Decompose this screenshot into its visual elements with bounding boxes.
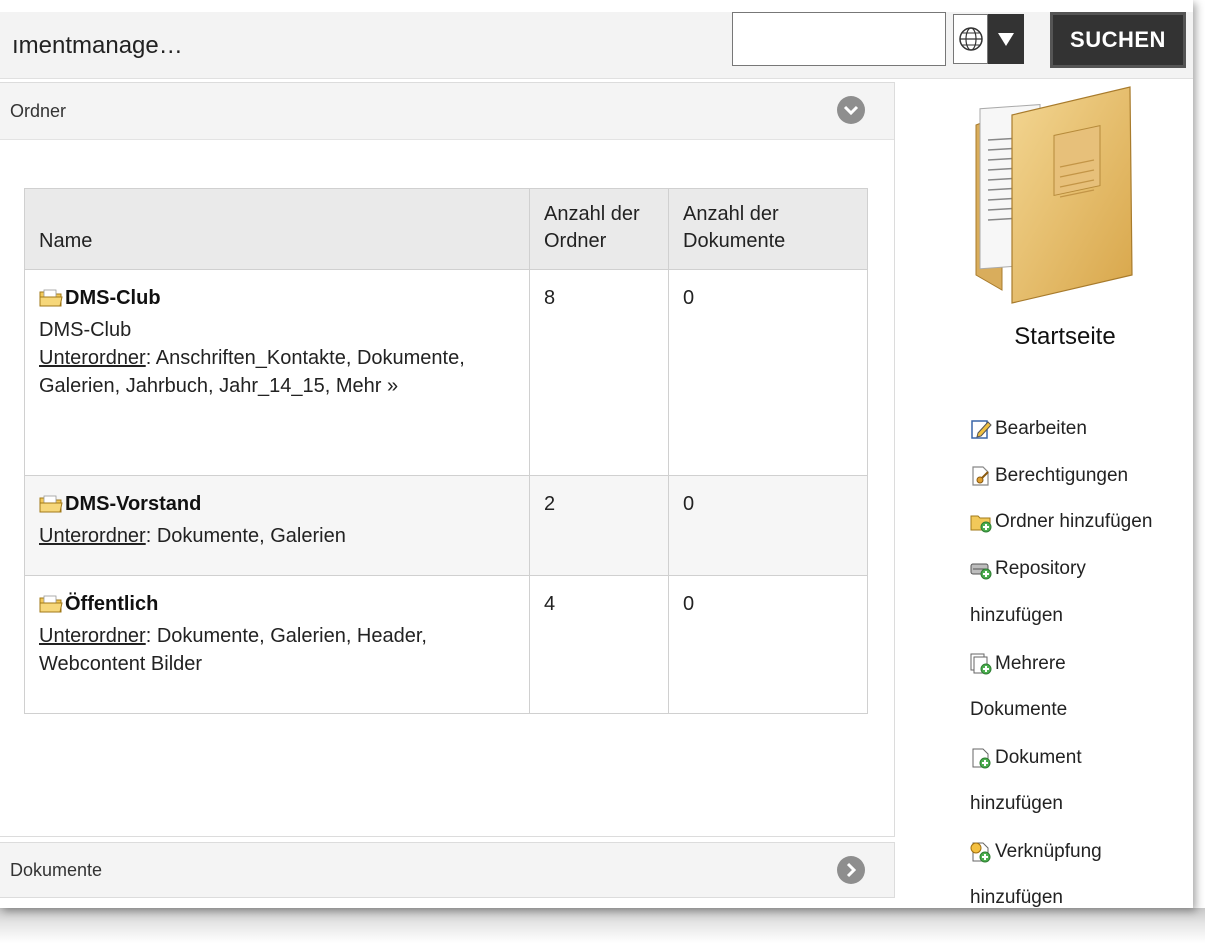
add-repository-icon bbox=[970, 563, 992, 580]
globe-icon bbox=[958, 27, 983, 51]
document-count-cell: 0 bbox=[668, 269, 868, 476]
documents-panel-header[interactable]: Dokumente bbox=[0, 842, 895, 898]
add-multiple-documents-icon bbox=[970, 653, 992, 675]
folder-icon bbox=[39, 595, 63, 613]
column-header-document-count[interactable]: Anzahl der Dokumente bbox=[668, 188, 868, 270]
action-add-repository[interactable]: Repository bbox=[970, 557, 1086, 581]
action-add-multiple-documents[interactable]: Mehrere bbox=[970, 652, 1066, 676]
action-label: Repository bbox=[995, 558, 1086, 579]
bottom-shadow bbox=[0, 908, 1205, 943]
add-shortcut-icon bbox=[970, 842, 991, 863]
table-row: DMS-Vorstand Unterordner: Dokumente, Gal… bbox=[24, 475, 868, 576]
subfolder-list: : Dokumente, Galerien bbox=[145, 525, 346, 547]
action-add-shortcut[interactable]: Verknüpfung bbox=[970, 840, 1102, 864]
action-label: Bearbeiten bbox=[995, 418, 1087, 439]
chevron-right-icon bbox=[846, 862, 857, 878]
folder-link[interactable]: Öffentlich bbox=[39, 590, 158, 618]
document-count-cell: 0 bbox=[668, 475, 868, 576]
documents-panel-title: Dokumente bbox=[10, 860, 103, 880]
action-add-document[interactable]: Dokument bbox=[970, 746, 1082, 770]
column-header-folder-count[interactable]: Anzahl der Ordner bbox=[529, 188, 669, 270]
action-label: Mehrere bbox=[995, 653, 1066, 674]
action-label: Ordner hinzufügen bbox=[995, 511, 1153, 532]
add-document-icon bbox=[972, 748, 991, 769]
edit-icon bbox=[971, 420, 992, 439]
expand-toggle-button[interactable] bbox=[837, 856, 865, 884]
add-folder-icon bbox=[970, 515, 992, 533]
collapse-toggle-button[interactable] bbox=[837, 96, 865, 124]
name-cell: DMS-Vorstand Unterordner: Dokumente, Gal… bbox=[24, 475, 530, 576]
folder-description: DMS-Club bbox=[39, 319, 132, 341]
page-title: ımentmanage… bbox=[12, 32, 183, 59]
folder-link[interactable]: DMS-Vorstand bbox=[39, 490, 201, 518]
name-cell: Öffentlich Unterordner: Dokumente, Galer… bbox=[24, 575, 530, 714]
sidebar-title: Startseite bbox=[1014, 323, 1116, 350]
scope-dropdown-button[interactable] bbox=[988, 14, 1024, 64]
subfolder-label: Unterordner bbox=[39, 625, 146, 647]
folder-icon bbox=[39, 289, 63, 307]
action-add-folder[interactable]: Ordner hinzufügen bbox=[970, 510, 1152, 534]
folder-count-cell: 2 bbox=[529, 475, 669, 576]
action-permissions[interactable]: Berechtigungen bbox=[970, 464, 1128, 488]
action-label: Berechtigungen bbox=[995, 465, 1129, 486]
name-cell: DMS-Club DMS-Club Unterordner: Anschrift… bbox=[24, 269, 530, 476]
action-label-continued[interactable]: Dokumente bbox=[970, 699, 1067, 721]
chevron-down-icon bbox=[843, 105, 859, 116]
action-edit[interactable]: Bearbeiten bbox=[970, 417, 1087, 441]
folders-table: Name Anzahl der Ordner Anzahl der Dokume… bbox=[24, 188, 868, 714]
chevron-down-icon bbox=[998, 33, 1014, 46]
folder-name: Öffentlich bbox=[65, 593, 159, 615]
more-link[interactable]: Mehr » bbox=[336, 375, 398, 397]
action-label: Dokument bbox=[995, 747, 1082, 768]
permissions-icon bbox=[972, 466, 989, 486]
search-button[interactable]: SUCHEN bbox=[1050, 12, 1186, 68]
search-input[interactable] bbox=[732, 12, 946, 66]
folder-link[interactable]: DMS-Club bbox=[39, 284, 161, 312]
action-label-continued[interactable]: hinzufügen bbox=[970, 605, 1063, 627]
home-folder-icon bbox=[975, 86, 1133, 304]
header-bar: ımentmanage… SUCHEN bbox=[0, 12, 1193, 79]
column-header-name[interactable]: Name bbox=[24, 188, 530, 270]
folder-count-cell: 4 bbox=[529, 575, 669, 714]
table-row: Öffentlich Unterordner: Dokumente, Galer… bbox=[24, 575, 868, 714]
table-row: DMS-Club DMS-Club Unterordner: Anschrift… bbox=[24, 269, 868, 476]
action-label-continued[interactable]: hinzufügen bbox=[970, 793, 1063, 815]
folder-count-cell: 8 bbox=[529, 269, 669, 476]
folder-name: DMS-Club bbox=[65, 287, 161, 309]
folder-icon bbox=[39, 495, 63, 513]
action-label: Verknüpfung bbox=[995, 841, 1102, 862]
subfolder-label: Unterordner bbox=[39, 525, 146, 547]
folders-panel-header[interactable]: Ordner bbox=[0, 83, 894, 140]
table-header-row: Name Anzahl der Ordner Anzahl der Dokume… bbox=[24, 188, 868, 270]
folder-name: DMS-Vorstand bbox=[65, 493, 202, 515]
action-label-continued[interactable]: hinzufügen bbox=[970, 887, 1063, 908]
document-count-cell: 0 bbox=[668, 575, 868, 714]
folders-panel-title: Ordner bbox=[10, 101, 67, 121]
window-frame: ımentmanage… SUCHEN e t Ordner bbox=[0, 0, 1193, 908]
globe-scope-button[interactable] bbox=[953, 14, 988, 64]
subfolder-label: Unterordner bbox=[39, 347, 146, 369]
